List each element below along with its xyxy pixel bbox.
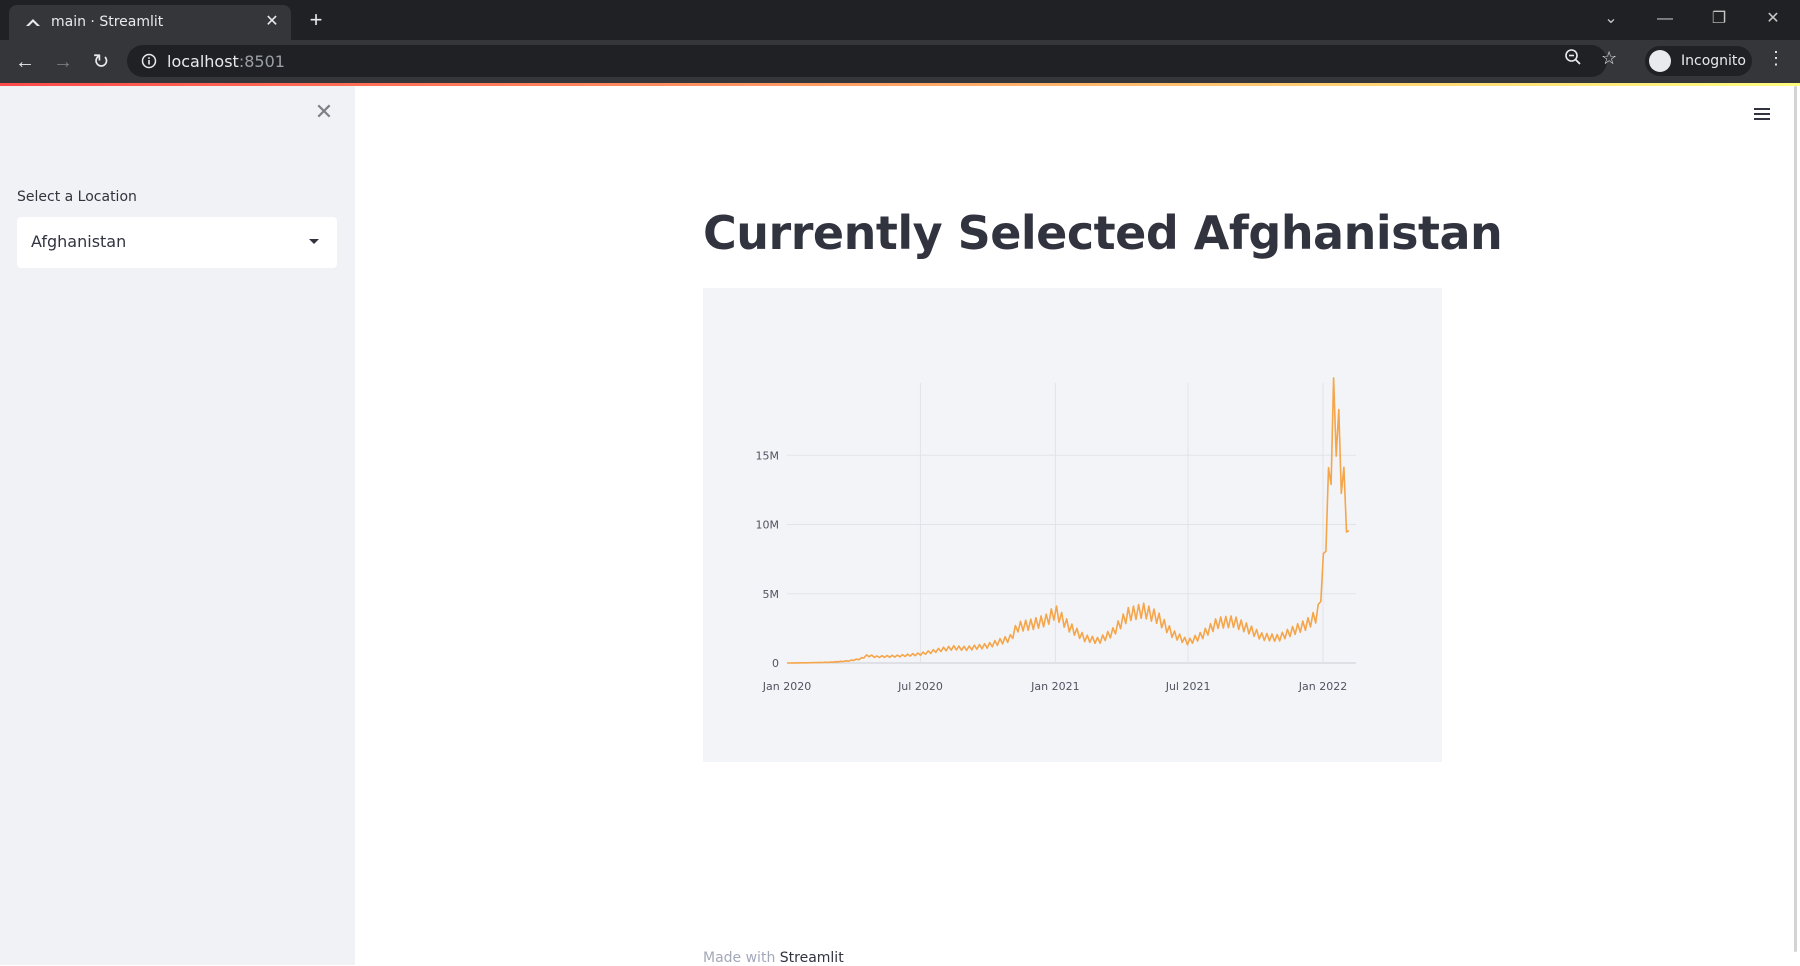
back-icon[interactable]: ← [11, 48, 39, 76]
restore-icon[interactable]: ❐ [1704, 6, 1734, 32]
forward-icon[interactable]: → [49, 48, 77, 76]
x-tick-label: Jan 2020 [762, 680, 811, 693]
y-tick-label: 5M [763, 588, 780, 601]
zoom-icon[interactable] [1564, 48, 1582, 66]
y-tick-label: 15M [756, 449, 780, 462]
incognito-label: Incognito [1681, 53, 1746, 69]
tab-search-icon[interactable]: ⌄ [1596, 6, 1626, 32]
x-tick-label: Jul 2021 [1165, 680, 1211, 693]
browser-toolbar: ← → ↻ localhost:8501 ☆ Incognito ⋮ [0, 40, 1800, 83]
series-line [787, 377, 1350, 664]
reload-icon[interactable]: ↻ [87, 48, 115, 76]
info-icon[interactable] [141, 53, 157, 69]
x-tick-label: Jan 2021 [1030, 680, 1079, 693]
browser-tab-bar: main · Streamlit ✕ + ⌄ — ❐ ✕ [0, 0, 1800, 40]
close-sidebar-icon[interactable]: ✕ [312, 100, 336, 124]
y-tick-label: 0 [772, 657, 779, 670]
close-window-icon[interactable]: ✕ [1758, 6, 1788, 32]
x-tick-label: Jul 2020 [897, 680, 943, 693]
scrollbar[interactable] [1794, 86, 1797, 952]
sidebar: ✕ Select a Location Afghanistan [0, 86, 355, 965]
close-tab-icon[interactable]: ✕ [263, 13, 281, 31]
minimize-icon[interactable]: — [1650, 6, 1680, 32]
line-chart[interactable]: 0 5M 10M 15M Jan 2020 Jul 2020 Jan 2021 Jul 202… [703, 288, 1442, 762]
chevron-down-icon[interactable] [309, 239, 319, 244]
streamlit-favicon-icon [26, 19, 40, 26]
hamburger-menu-icon[interactable] [1752, 104, 1772, 124]
streamlit-link[interactable]: Streamlit [780, 950, 844, 966]
chart-svg: 0 5M 10M 15M Jan 2020 Jul 2020 Jan 2021 Jul 202… [756, 377, 1356, 693]
footer: Made with Streamlit [703, 950, 844, 966]
url-text: localhost:8501 [167, 52, 285, 71]
location-select[interactable]: Afghanistan [17, 217, 337, 268]
location-select-label: Select a Location [17, 189, 137, 205]
x-tick-label: Jan 2022 [1298, 680, 1347, 693]
tab-title: main · Streamlit [51, 14, 164, 30]
y-tick-label: 10M [756, 519, 780, 532]
location-select-value: Afghanistan [31, 232, 127, 251]
new-tab-icon[interactable]: + [304, 8, 328, 32]
incognito-profile-button[interactable]: Incognito [1645, 46, 1752, 76]
browser-menu-icon[interactable]: ⋮ [1766, 48, 1786, 69]
bookmark-star-icon[interactable]: ☆ [1601, 48, 1617, 69]
browser-tab[interactable]: main · Streamlit ✕ [9, 5, 291, 40]
incognito-icon [1649, 50, 1671, 72]
footer-prefix: Made with [703, 950, 780, 966]
page-title: Currently Selected Afghanistan [703, 206, 1503, 260]
address-bar[interactable]: localhost:8501 [127, 45, 1607, 77]
